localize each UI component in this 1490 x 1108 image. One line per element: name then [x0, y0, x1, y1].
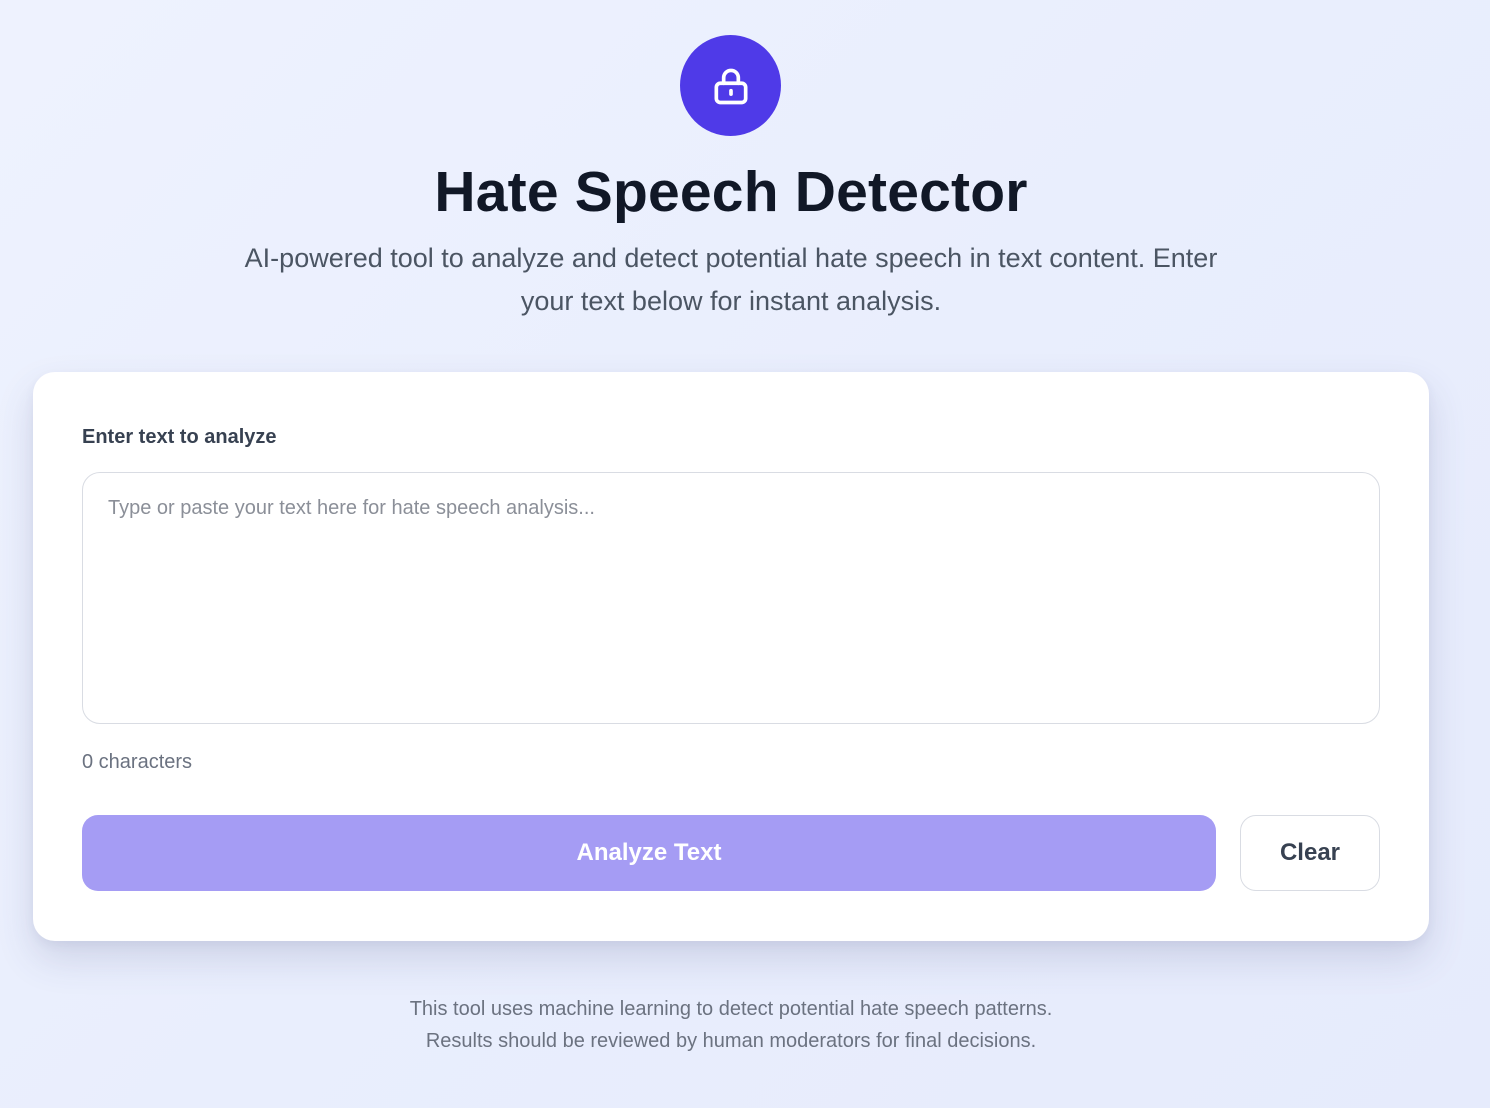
analyze-button[interactable]: Analyze Text: [82, 815, 1216, 891]
footer-disclaimer: This tool uses machine learning to detec…: [0, 993, 1462, 1057]
text-input[interactable]: [82, 472, 1380, 724]
logo-badge: [680, 35, 781, 136]
character-count: 0 characters: [82, 751, 193, 773]
text-input-label: Enter text to analyze: [82, 426, 277, 448]
footer-line-1: This tool uses machine learning to detec…: [409, 998, 1053, 1020]
page-title: Hate Speech Detector: [434, 160, 1028, 224]
clear-button[interactable]: Clear: [1240, 815, 1380, 891]
analysis-card: Enter text to analyze 0 characters Analy…: [33, 372, 1429, 941]
lock-icon: [714, 68, 747, 104]
page-subtitle: AI-powered tool to analyze and detect po…: [244, 243, 1218, 316]
footer-line-2: Results should be reviewed by human mode…: [425, 1030, 1037, 1052]
